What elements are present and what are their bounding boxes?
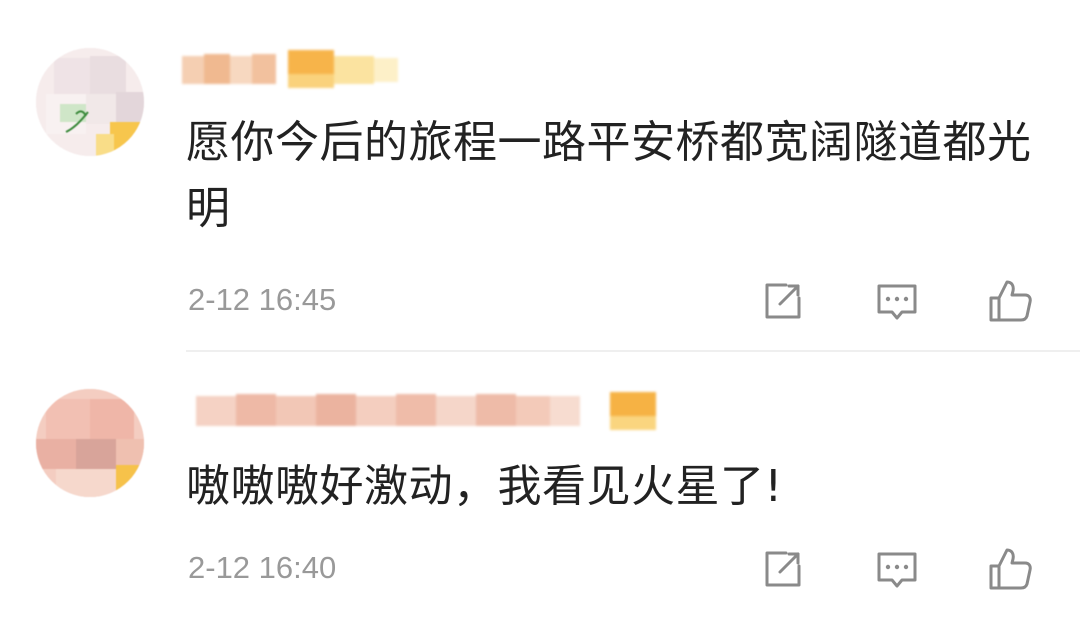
thumbs-up-icon xyxy=(989,280,1032,322)
share-button[interactable] xyxy=(758,544,808,594)
reply-button[interactable] xyxy=(872,276,922,326)
avatar[interactable] xyxy=(36,48,144,156)
reply-button[interactable] xyxy=(872,544,922,594)
comment-item: 愿你今后的旅程一路平安桥都宽阔隧道都光明 2-12 16:45 xyxy=(0,0,1080,352)
share-icon xyxy=(765,551,801,587)
comment-icon xyxy=(877,552,917,588)
share-icon xyxy=(765,283,801,319)
comment-icon xyxy=(877,284,917,320)
like-button[interactable] xyxy=(985,544,1035,594)
like-button[interactable] xyxy=(985,276,1035,326)
username[interactable] xyxy=(182,388,662,434)
comment-text: 愿你今后的旅程一路平安桥都宽阔隧道都光明 xyxy=(186,117,1032,234)
username[interactable] xyxy=(182,46,402,92)
comment-list: 愿你今后的旅程一路平安桥都宽阔隧道都光明 2-12 16:45 嗷嗷嗷好激动，我… xyxy=(0,0,1080,619)
avatar-doodle-icon xyxy=(65,110,89,133)
avatar[interactable] xyxy=(36,389,144,497)
comment-timestamp: 2-12 16:40 xyxy=(188,550,337,585)
comment-timestamp: 2-12 16:45 xyxy=(188,282,337,317)
thumbs-up-icon xyxy=(989,548,1032,590)
comment-text: 嗷嗷嗷好激动，我看见火星了! xyxy=(186,461,783,512)
share-button[interactable] xyxy=(758,276,808,326)
comment-item: 嗷嗷嗷好激动，我看见火星了! 2-12 16:40 xyxy=(0,352,1080,619)
